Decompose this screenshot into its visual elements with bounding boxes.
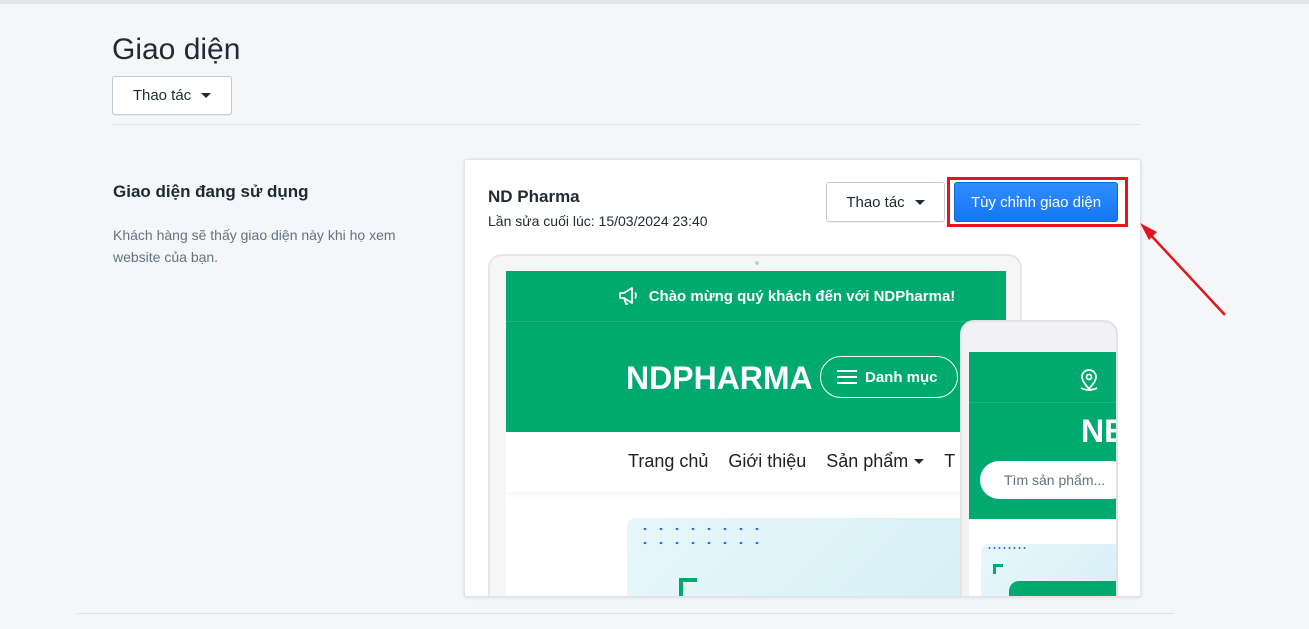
page-actions-dropdown[interactable]: Thao tác <box>112 76 232 115</box>
mobile-logo: NE <box>1081 413 1116 449</box>
announcement-prefix: Chào mừng quý khách đến với <box>648 287 874 305</box>
preview-menu-button: Danh mục <box>820 356 958 398</box>
desktop-preview: Chào mừng quý khách đến với NDPharma! ND… <box>488 254 1022 596</box>
header-divider <box>112 124 1140 125</box>
dots-pattern <box>637 522 767 546</box>
megaphone-icon <box>618 287 637 305</box>
preview-nav-products-label: Sản phẩm <box>826 451 909 471</box>
theme-last-edited: Lần sửa cuối lúc: 15/03/2024 23:40 <box>488 213 708 229</box>
annotation-arrow <box>1140 223 1226 316</box>
preview-nav: Trang chủ Giới thiệu Sản phẩm T <box>506 432 1006 492</box>
hamburger-icon <box>837 370 857 384</box>
corner-bracket-icon <box>679 578 697 596</box>
caret-down-icon <box>914 459 925 464</box>
announcement-text: Chào mừng quý khách đến với NDPharma! <box>649 288 956 305</box>
location-pin-icon <box>1080 369 1098 391</box>
preview-nav-about: Giới thiệu <box>728 451 807 471</box>
announcement-brand: NDPharma! <box>873 287 956 305</box>
mobile-top-bar <box>969 352 1116 403</box>
mobile-banner-card <box>1009 581 1116 596</box>
desktop-preview-screen: Chào mừng quý khách đến với NDPharma! ND… <box>506 271 1006 596</box>
customize-theme-button[interactable]: Tùy chỉnh giao diện <box>954 182 1118 222</box>
announcement-bar: Chào mừng quý khách đến với NDPharma! <box>506 271 1006 322</box>
current-theme-card: ND Pharma Lần sửa cuối lúc: 15/03/2024 2… <box>464 159 1141 597</box>
section-description: Khách hàng sẽ thấy giao diện này khi họ … <box>113 227 396 265</box>
caret-down-icon <box>914 199 925 205</box>
mobile-search-input: Tìm sản phẩm... <box>980 461 1116 499</box>
footer-divider <box>77 613 1174 614</box>
theme-actions-label: Thao tác <box>846 193 905 211</box>
preview-nav-home: Trang chủ <box>628 451 709 471</box>
section-title: Giao diện đang sử dụng <box>113 182 309 201</box>
preview-header: NDPHARMA Danh mục <box>506 322 1006 432</box>
preview-nav-more: T <box>944 451 956 471</box>
mobile-preview-screen: NE Tìm sản phẩm... <box>969 352 1116 596</box>
mobile-banner <box>981 544 1116 596</box>
preview-banner <box>627 518 997 596</box>
laptop-camera <box>755 261 759 265</box>
page-actions-label: Thao tác <box>132 87 192 104</box>
theme-actions-dropdown[interactable]: Thao tác <box>826 182 945 222</box>
preview-nav-products: Sản phẩm <box>826 451 925 472</box>
preview-menu-label: Danh mục <box>865 368 938 386</box>
mobile-preview: NE Tìm sản phẩm... <box>960 320 1118 596</box>
corner-bracket-icon <box>993 564 1003 574</box>
top-border <box>0 0 1309 4</box>
preview-logo: NDPHARMA <box>626 360 813 396</box>
theme-name: ND Pharma <box>488 187 580 206</box>
dots-pattern <box>987 545 1027 553</box>
caret-down-icon <box>201 93 212 98</box>
page-title: Giao diện <box>112 33 241 66</box>
mobile-header: NE Tìm sản phẩm... <box>969 403 1116 519</box>
